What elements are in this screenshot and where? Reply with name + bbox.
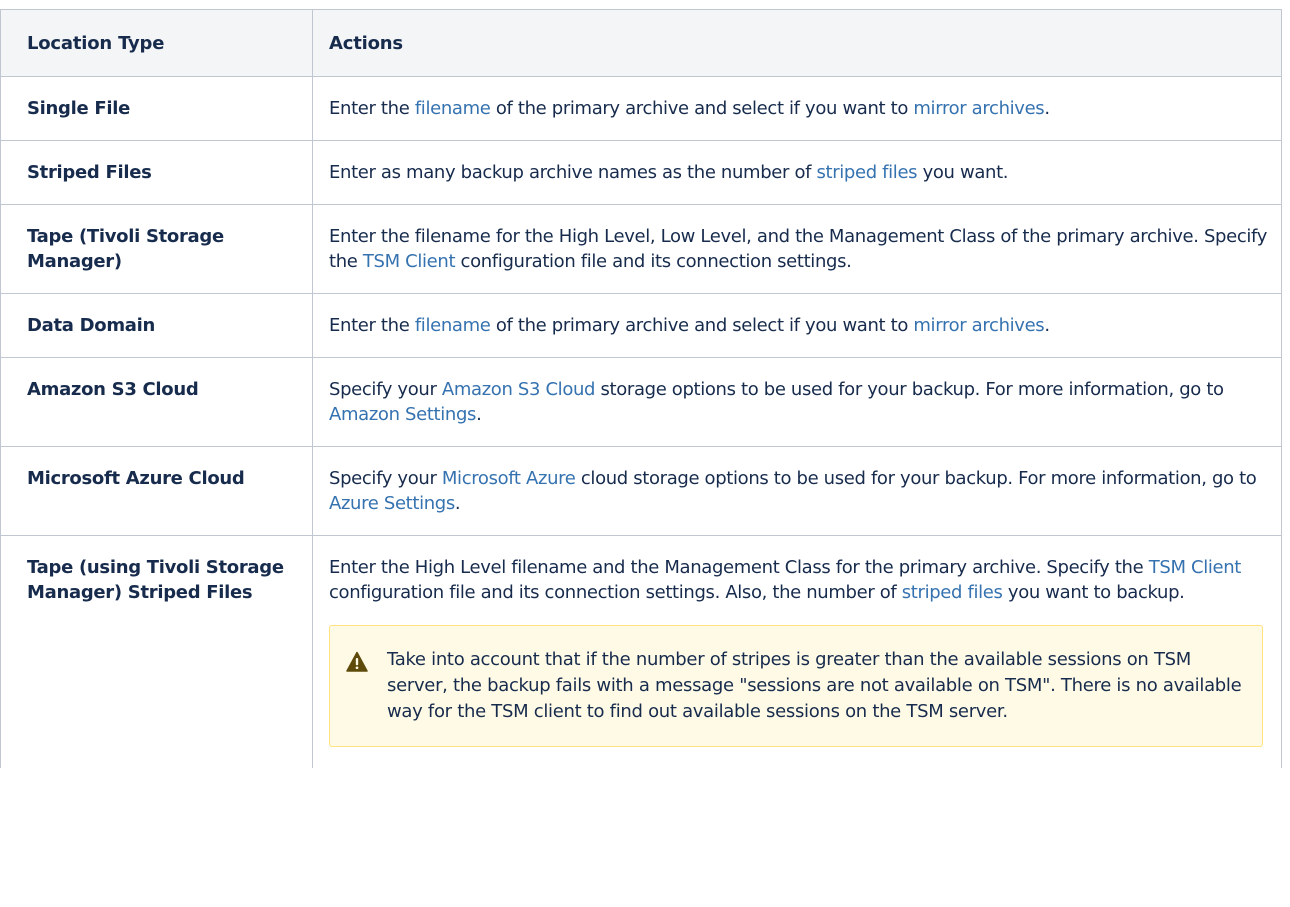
text-segment: Enter the <box>329 98 415 119</box>
table-row: Amazon S3 Cloud Specify your Amazon S3 Cl… <box>0 357 1282 447</box>
text-segment: storage options to be used for your back… <box>595 379 1224 400</box>
actions-text: Enter the High Level filename and the Ma… <box>329 555 1271 605</box>
warning-text: Take into account that if the number of … <box>387 649 1242 722</box>
location-type-cell: Tape (Tivoli Storage Manager) <box>0 204 313 294</box>
actions-text: Enter the filename of the primary archiv… <box>329 96 1271 121</box>
doc-link[interactable]: striped files <box>816 162 917 183</box>
table-row: Microsoft Azure Cloud Specify your Micros… <box>0 446 1282 536</box>
location-types-table: Location Type Actions Single File Enter t… <box>0 9 1282 768</box>
doc-link[interactable]: Azure Settings <box>329 493 455 514</box>
actions-cell: Specify your Microsoft Azure cloud stora… <box>312 446 1282 536</box>
warning-triangle-icon <box>346 651 368 673</box>
location-type-cell: Data Domain <box>0 293 313 358</box>
table-header-row: Location Type Actions <box>0 9 1282 77</box>
doc-link[interactable]: filename <box>415 98 491 119</box>
location-type-cell: Striped Files <box>0 140 313 205</box>
actions-cell: Enter as many backup archive names as th… <box>312 140 1282 205</box>
table-row: Data Domain Enter the filename of the pri… <box>0 293 1282 358</box>
table-row: Tape (using Tivoli Storage Manager) Stri… <box>0 535 1282 768</box>
text-segment: . <box>476 404 482 425</box>
actions-text: Enter the filename for the High Level, L… <box>329 224 1271 274</box>
text-segment: configuration file and its connection se… <box>455 251 852 272</box>
actions-cell: Enter the filename of the primary archiv… <box>312 293 1282 358</box>
location-type-cell: Amazon S3 Cloud <box>0 357 313 447</box>
table-row: Single File Enter the filename of the pri… <box>0 76 1282 141</box>
text-segment: Enter the High Level filename and the Ma… <box>329 557 1149 578</box>
text-segment: . <box>454 493 461 514</box>
actions-cell: Enter the filename of the primary archiv… <box>312 76 1282 141</box>
text-segment: configuration file and its connection se… <box>329 582 902 603</box>
header-actions: Actions <box>312 9 1282 77</box>
actions-text: Enter the filename of the primary archiv… <box>329 313 1271 338</box>
warning-panel: Take into account that if the number of … <box>329 625 1263 747</box>
location-type-cell: Microsoft Azure Cloud <box>0 446 313 536</box>
header-location-type: Location Type <box>0 9 313 77</box>
actions-cell: Enter the filename for the High Level, L… <box>312 204 1282 294</box>
doc-link[interactable]: TSM Client <box>1149 557 1242 578</box>
doc-link[interactable]: Microsoft Azure <box>442 468 576 489</box>
doc-link[interactable]: Amazon S3 Cloud <box>442 379 596 400</box>
text-segment: cloud storage options to be used for you… <box>575 468 1257 489</box>
doc-link[interactable]: TSM Client <box>363 251 456 272</box>
text-segment: Enter the <box>329 315 415 336</box>
actions-text: Specify your Microsoft Azure cloud stora… <box>329 466 1271 516</box>
doc-link[interactable]: filename <box>415 315 491 336</box>
text-segment: you want to backup. <box>1002 582 1185 603</box>
text-segment: Specify your <box>329 379 442 400</box>
table-body: Single File Enter the filename of the pri… <box>0 76 1282 768</box>
table-row: Striped Files Enter as many backup archiv… <box>0 140 1282 205</box>
actions-text: Specify your Amazon S3 Cloud storage opt… <box>329 377 1271 427</box>
location-type-cell: Single File <box>0 76 313 141</box>
actions-cell: Specify your Amazon S3 Cloud storage opt… <box>312 357 1282 447</box>
actions-text: Enter as many backup archive names as th… <box>329 160 1271 185</box>
doc-link[interactable]: mirror archives <box>913 315 1044 336</box>
location-type-cell: Tape (using Tivoli Storage Manager) Stri… <box>0 535 313 768</box>
text-segment: Enter as many backup archive names as th… <box>329 162 817 183</box>
text-segment: of the primary archive and select if you… <box>490 98 914 119</box>
doc-link[interactable]: striped files <box>902 582 1003 603</box>
doc-link[interactable]: mirror archives <box>913 98 1044 119</box>
doc-link[interactable]: Amazon Settings <box>329 404 476 425</box>
text-segment: Specify your <box>329 468 442 489</box>
text-segment: you want. <box>917 162 1009 183</box>
actions-cell: Enter the High Level filename and the Ma… <box>312 535 1282 768</box>
table-row: Tape (Tivoli Storage Manager) Enter the f… <box>0 204 1282 294</box>
text-segment: of the primary archive and select if you… <box>490 315 914 336</box>
text-segment: . <box>1044 98 1050 119</box>
text-segment: . <box>1044 315 1050 336</box>
